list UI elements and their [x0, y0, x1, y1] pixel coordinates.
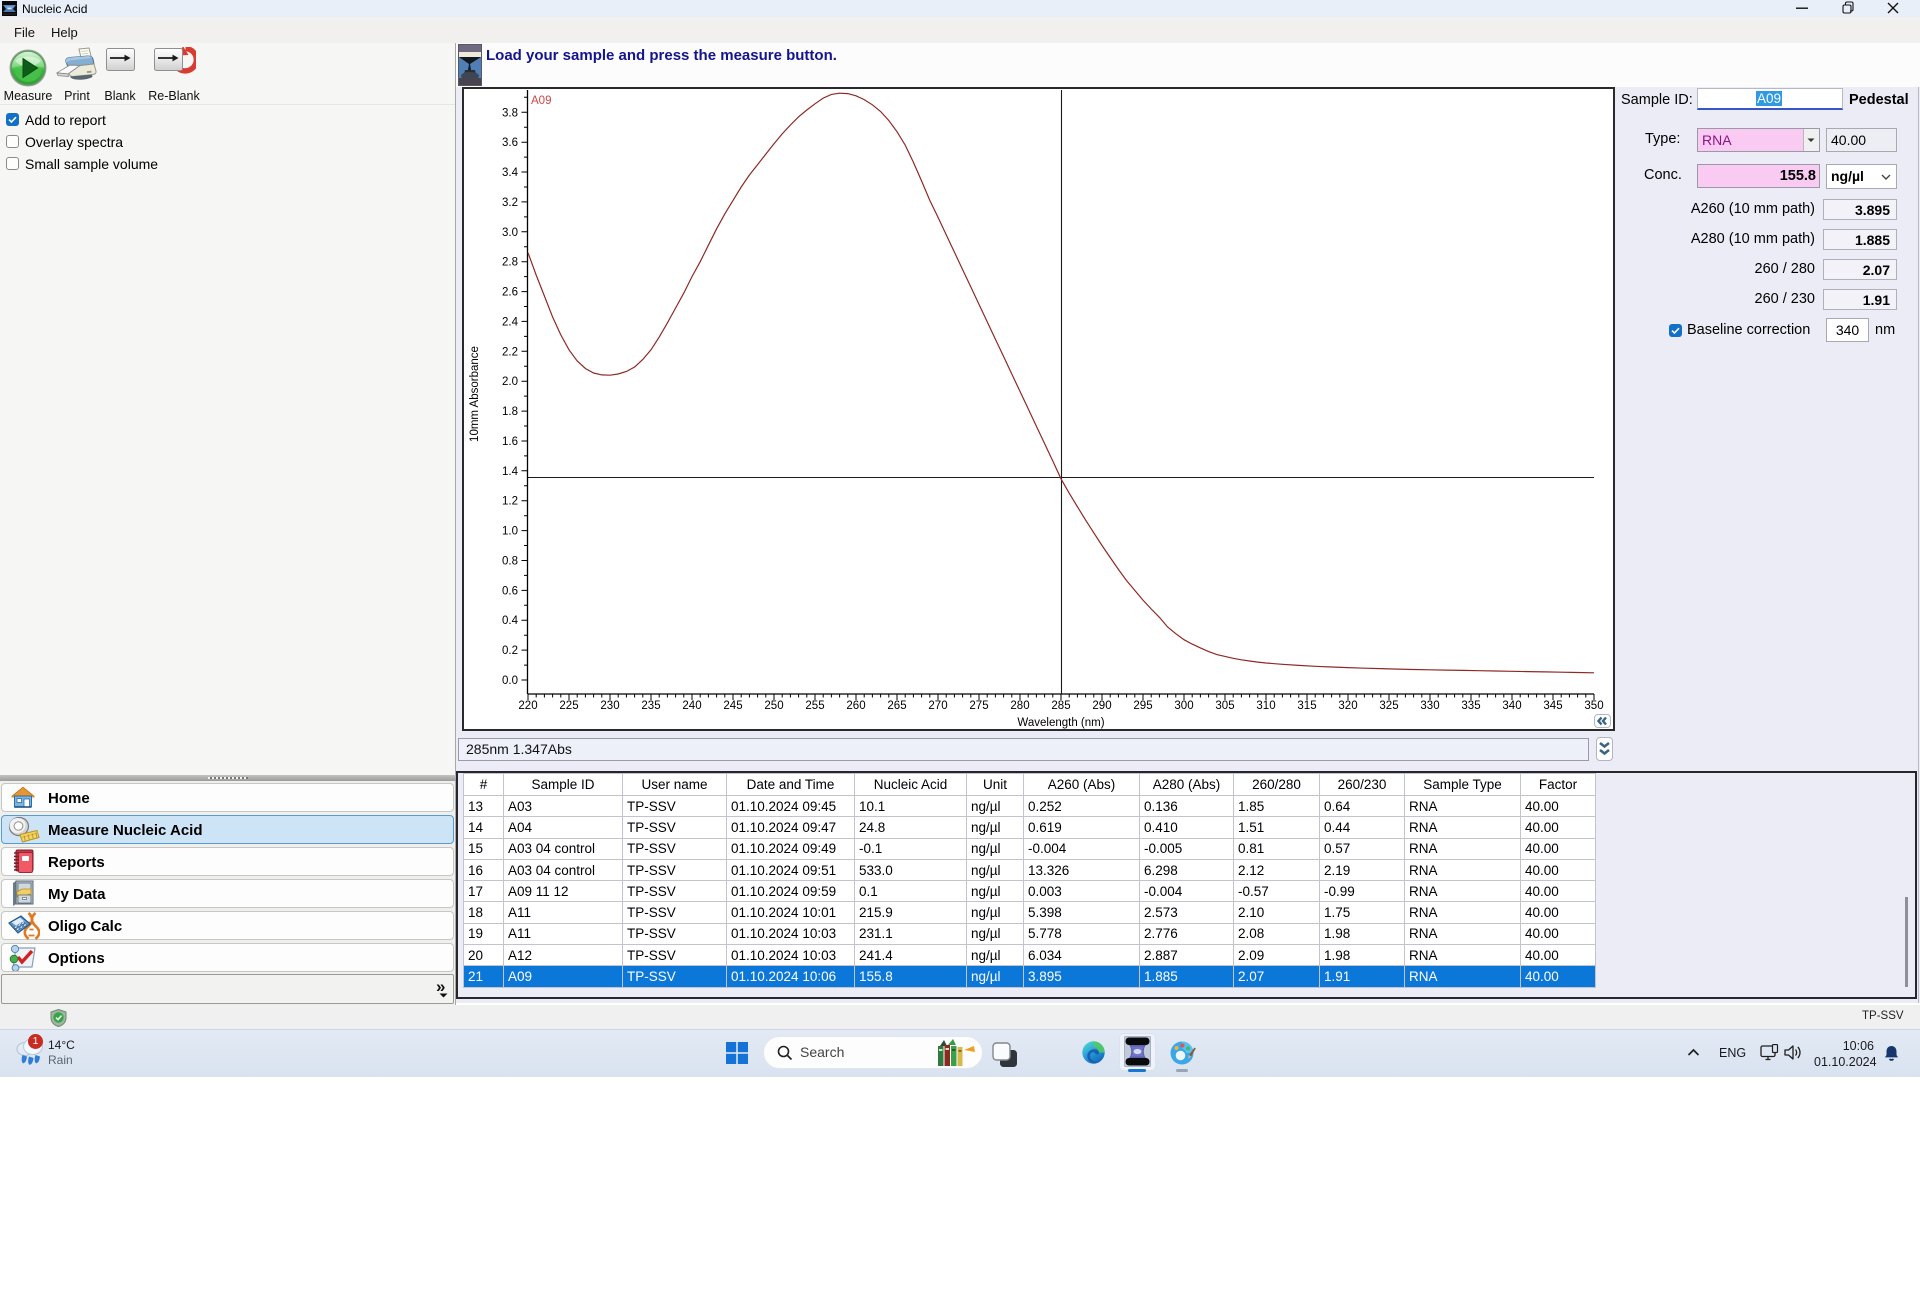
svg-text:260: 260	[846, 700, 865, 712]
svg-text:2.0: 2.0	[502, 376, 518, 388]
svg-text:300: 300	[1174, 700, 1193, 712]
svg-text:1.0: 1.0	[502, 526, 518, 538]
svg-text:0.6: 0.6	[502, 585, 518, 597]
svg-text:335: 335	[1461, 700, 1480, 712]
svg-text:305: 305	[1215, 700, 1234, 712]
svg-text:315: 315	[1297, 700, 1316, 712]
svg-text:285: 285	[1051, 700, 1070, 712]
svg-text:3.4: 3.4	[502, 167, 519, 179]
svg-text:255: 255	[805, 700, 824, 712]
svg-text:3.0: 3.0	[502, 227, 518, 239]
svg-text:1.2: 1.2	[502, 496, 518, 508]
svg-text:225: 225	[559, 700, 578, 712]
svg-text:0.4: 0.4	[502, 615, 519, 627]
svg-text:10mm Absorbance: 10mm Absorbance	[469, 346, 481, 442]
svg-text:350: 350	[1584, 700, 1603, 712]
svg-text:1.8: 1.8	[502, 406, 518, 418]
svg-text:0.8: 0.8	[502, 556, 518, 568]
svg-text:3.2: 3.2	[502, 197, 518, 209]
svg-text:290: 290	[1092, 700, 1111, 712]
svg-text:245: 245	[723, 700, 742, 712]
svg-text:265: 265	[887, 700, 906, 712]
svg-text:2.2: 2.2	[502, 346, 518, 358]
svg-text:280: 280	[1010, 700, 1029, 712]
svg-text:340: 340	[1502, 700, 1521, 712]
svg-text:275: 275	[969, 700, 988, 712]
svg-text:310: 310	[1256, 700, 1275, 712]
svg-text:325: 325	[1379, 700, 1398, 712]
svg-text:3.6: 3.6	[502, 137, 518, 149]
svg-text:0.0: 0.0	[502, 675, 518, 687]
svg-text:230: 230	[600, 700, 619, 712]
svg-text:330: 330	[1420, 700, 1439, 712]
svg-text:250: 250	[764, 700, 783, 712]
svg-text:3.8: 3.8	[502, 107, 518, 119]
svg-text:2.8: 2.8	[502, 257, 518, 269]
svg-text:1.4: 1.4	[502, 466, 519, 478]
svg-text:240: 240	[682, 700, 701, 712]
svg-text:Wavelength (nm): Wavelength (nm)	[1017, 717, 1104, 729]
svg-text:270: 270	[928, 700, 947, 712]
svg-text:2.6: 2.6	[502, 287, 518, 299]
svg-text:A09: A09	[531, 95, 551, 107]
svg-text:220: 220	[518, 700, 537, 712]
svg-text:295: 295	[1133, 700, 1152, 712]
svg-text:235: 235	[641, 700, 660, 712]
svg-text:320: 320	[1338, 700, 1357, 712]
svg-text:1.6: 1.6	[502, 436, 518, 448]
svg-text:2.4: 2.4	[502, 316, 519, 328]
svg-text:0.2: 0.2	[502, 645, 518, 657]
svg-text:345: 345	[1543, 700, 1562, 712]
